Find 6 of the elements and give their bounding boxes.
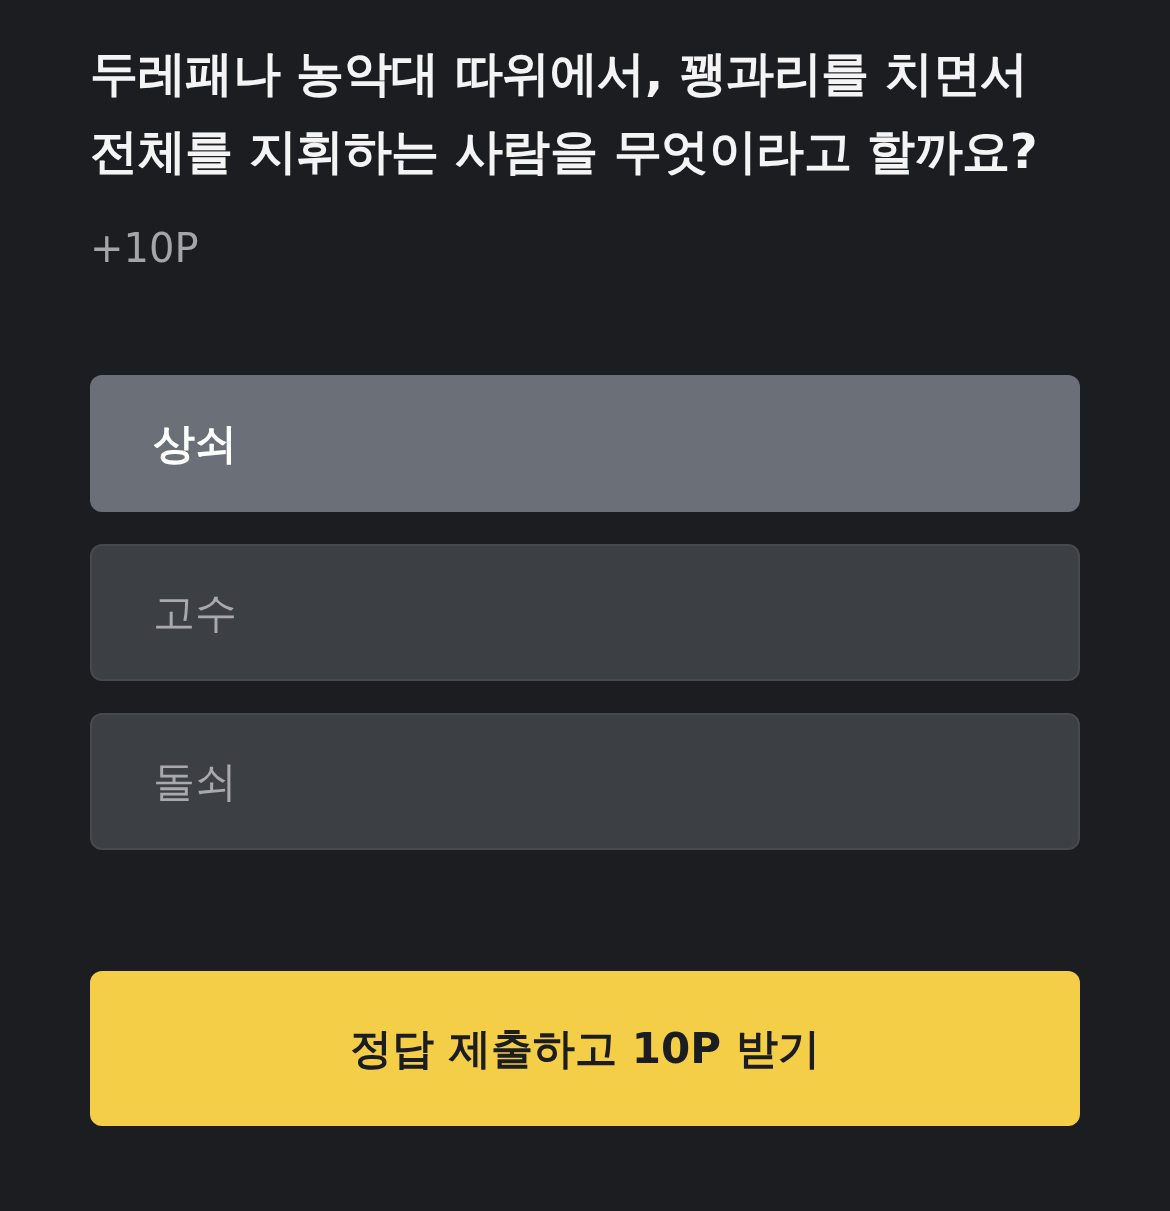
- answer-option[interactable]: 상쇠: [90, 375, 1080, 512]
- answer-option[interactable]: 고수: [90, 544, 1080, 681]
- reward-points: +10P: [90, 224, 200, 273]
- question-title: 두레패나 농악대 따위에서, 꽹과리를 치면서 전체를 지휘하는 사람을 무엇이라고 할까요?: [90, 44, 1039, 181]
- answer-option[interactable]: 돌쇠: [90, 713, 1080, 850]
- submit-button[interactable]: 정답 제출하고 10P 받기: [90, 971, 1080, 1126]
